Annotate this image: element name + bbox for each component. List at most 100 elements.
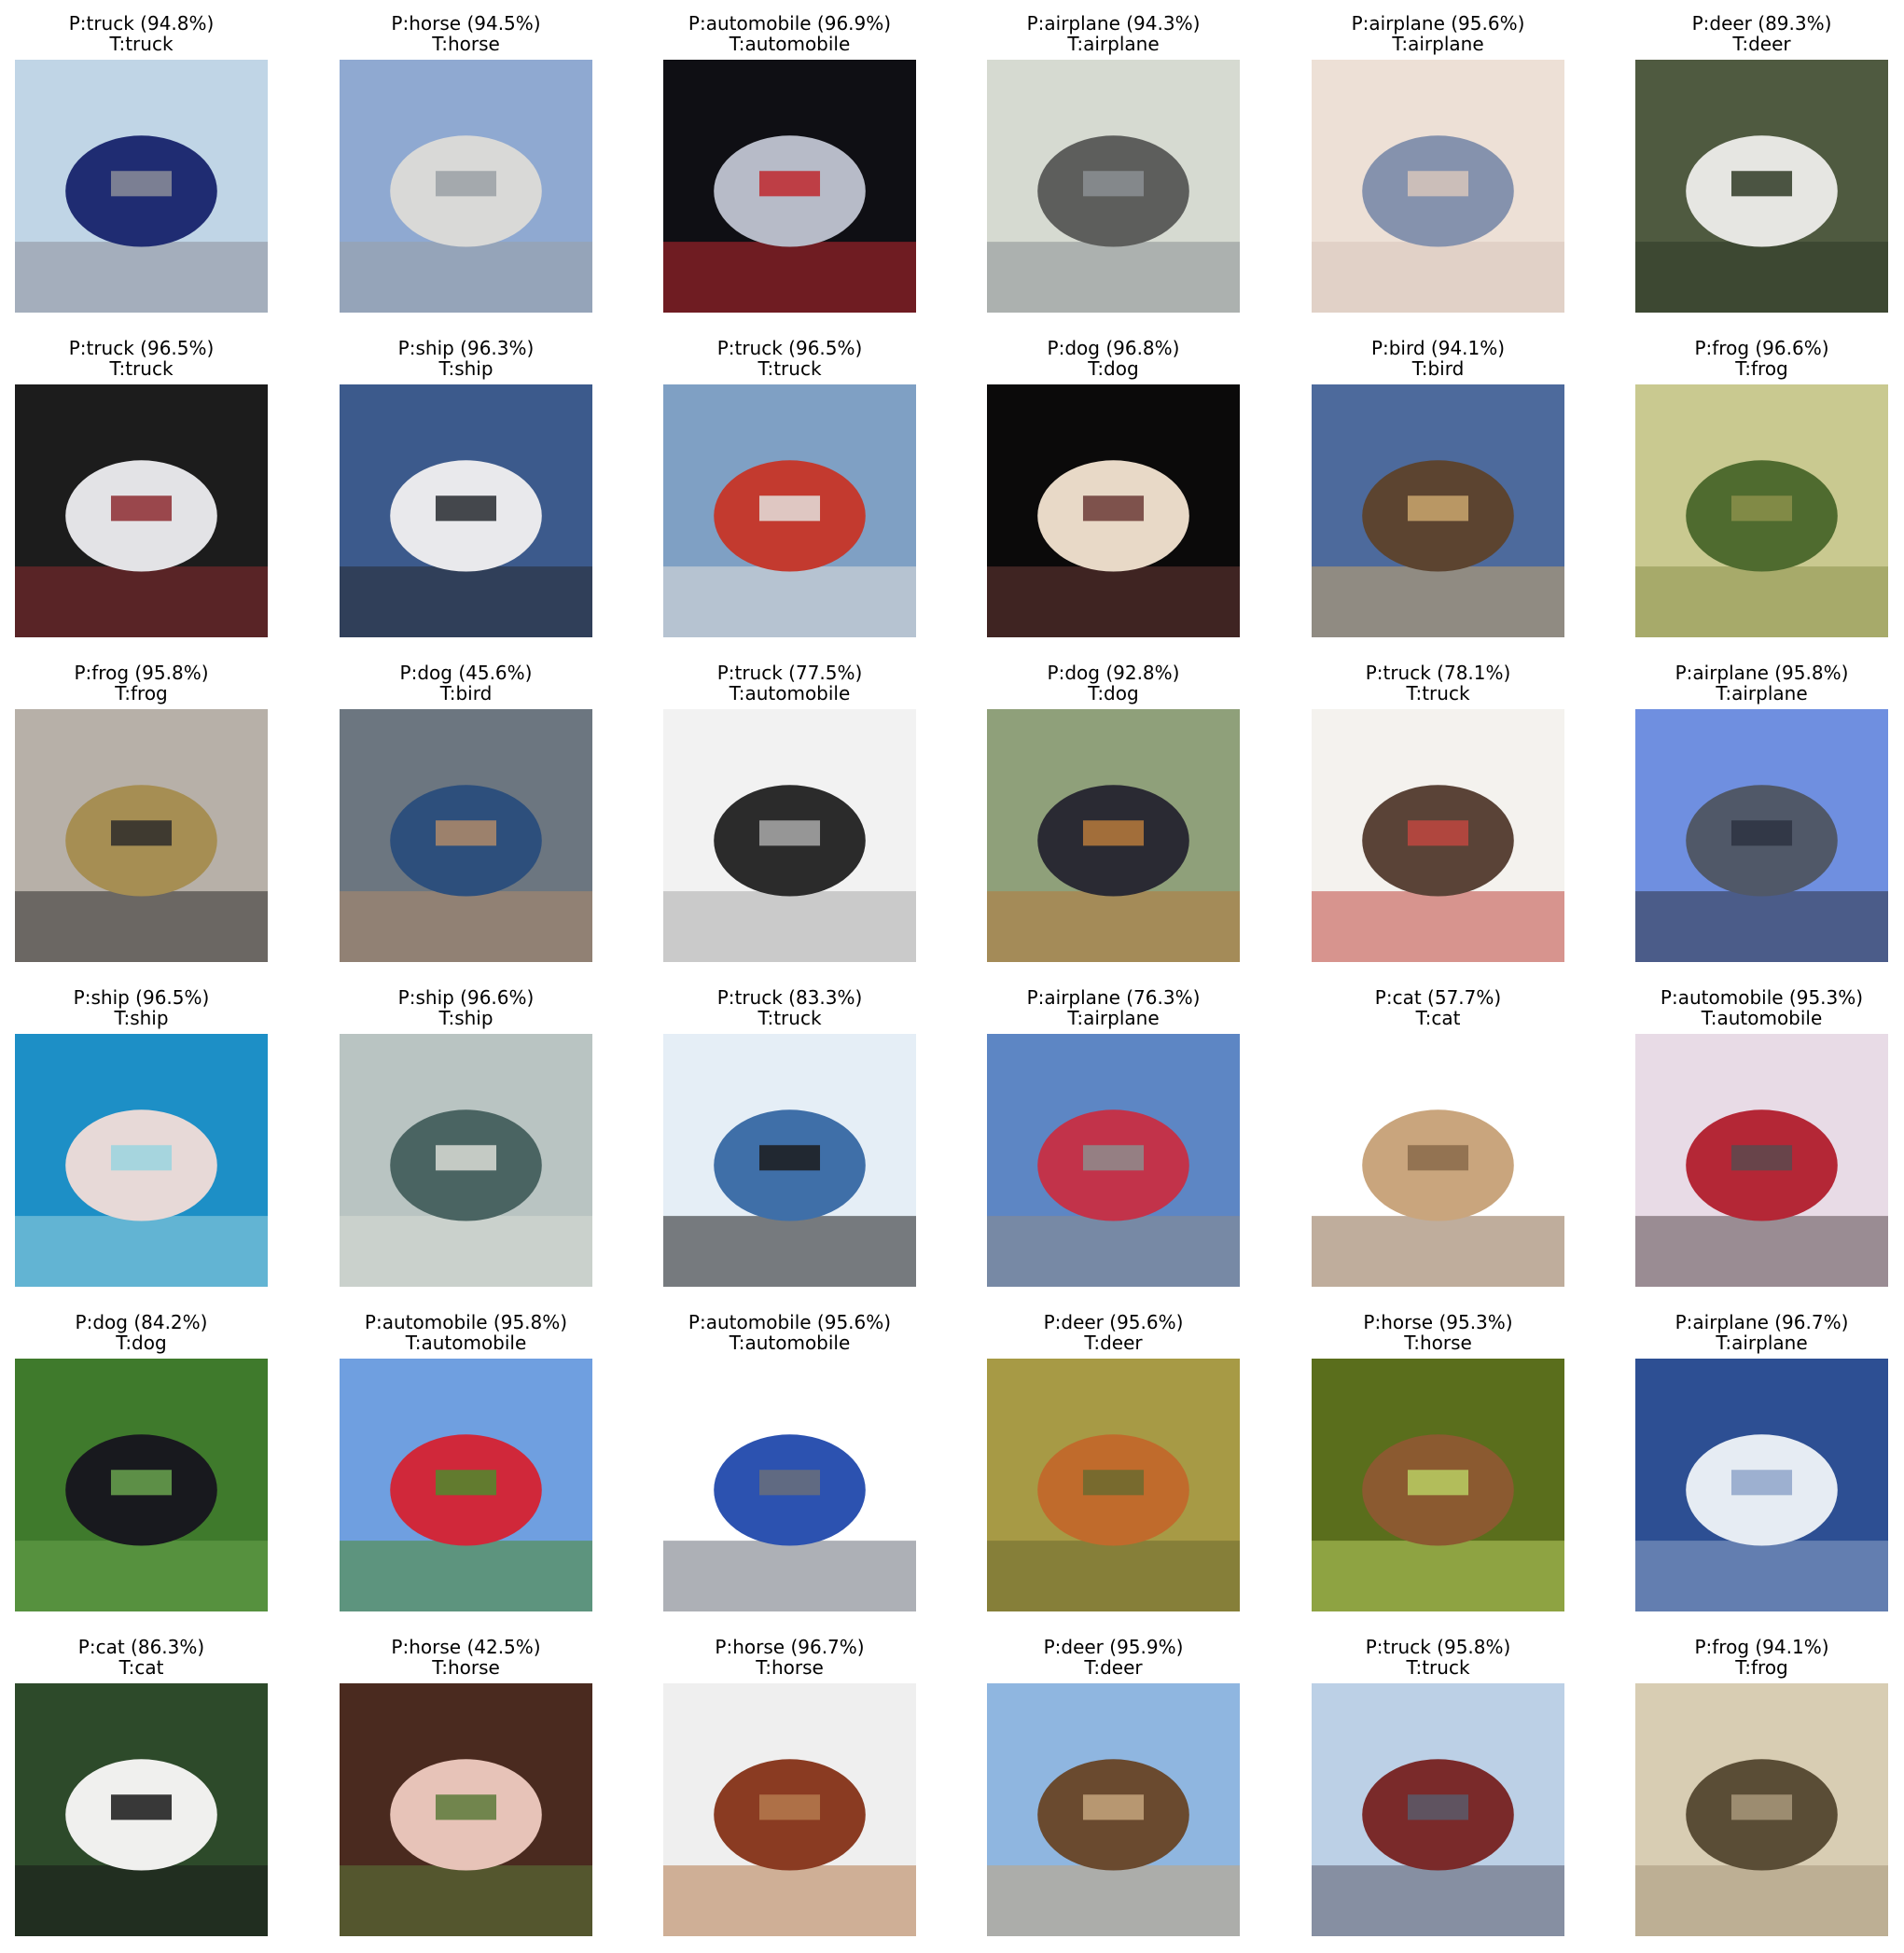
- image-detail: [1082, 1470, 1145, 1496]
- predicted-label: P:truck (78.1%): [1365, 662, 1511, 684]
- cell-title: P:truck (95.8%) T:truck: [1274, 1637, 1602, 1678]
- predicted-label: P:frog (96.6%): [1694, 337, 1829, 359]
- prediction-cell: P:cat (57.7%) T:cat: [1312, 987, 1564, 1287]
- true-label: T:truck: [757, 1007, 822, 1029]
- image-ground: [987, 242, 1240, 313]
- sample-image: [1312, 384, 1564, 637]
- predicted-label: P:horse (94.5%): [391, 12, 541, 35]
- sample-image: [1635, 1034, 1888, 1287]
- prediction-cell: P:ship (96.3%) T:ship: [340, 338, 592, 637]
- cell-title: P:horse (42.5%) T:horse: [302, 1637, 630, 1678]
- image-ground: [663, 566, 916, 637]
- sample-image-drawing: [1635, 709, 1888, 962]
- sample-image: [15, 1034, 268, 1287]
- true-label: T:airplane: [1716, 682, 1808, 704]
- image-ground: [1312, 1216, 1564, 1287]
- sample-image: [340, 1034, 592, 1287]
- prediction-cell: P:dog (84.2%) T:dog: [15, 1312, 268, 1611]
- sample-image: [340, 1359, 592, 1611]
- image-detail: [1407, 1470, 1469, 1496]
- predicted-label: P:ship (96.6%): [397, 986, 535, 1009]
- cell-title: P:dog (96.8%) T:dog: [950, 338, 1277, 379]
- predicted-label: P:truck (77.5%): [716, 662, 863, 684]
- prediction-cell: P:horse (96.7%) T:horse: [663, 1637, 916, 1936]
- true-label: T:truck: [1406, 1656, 1470, 1679]
- image-ground: [15, 1216, 268, 1287]
- image-detail: [758, 1145, 821, 1171]
- sample-image: [15, 709, 268, 962]
- prediction-cell: P:automobile (95.6%) T:automobile: [663, 1312, 916, 1611]
- cell-title: P:cat (57.7%) T:cat: [1274, 987, 1602, 1028]
- sample-image-drawing: [987, 60, 1240, 313]
- true-label: T:frog: [115, 682, 168, 704]
- sample-image-drawing: [340, 1359, 592, 1611]
- true-label: T:horse: [432, 33, 500, 55]
- image-ground: [15, 891, 268, 962]
- prediction-cell: P:automobile (95.8%) T:automobile: [340, 1312, 592, 1611]
- prediction-cell: P:truck (95.8%) T:truck: [1312, 1637, 1564, 1936]
- image-ground: [15, 242, 268, 313]
- sample-image-drawing: [663, 1034, 916, 1287]
- predicted-label: P:cat (86.3%): [77, 1636, 205, 1658]
- true-label: T:automobile: [729, 1332, 851, 1354]
- true-label: T:ship: [114, 1007, 169, 1029]
- prediction-cell: P:deer (95.6%) T:deer: [987, 1312, 1240, 1611]
- prediction-cell: P:cat (86.3%) T:cat: [15, 1637, 268, 1936]
- prediction-cell: P:frog (96.6%) T:frog: [1635, 338, 1888, 637]
- true-label: T:ship: [438, 1007, 493, 1029]
- predicted-label: P:truck (95.8%): [1365, 1636, 1511, 1658]
- image-detail: [110, 820, 173, 846]
- sample-image-drawing: [340, 1683, 592, 1936]
- sample-image-drawing: [987, 1034, 1240, 1287]
- cell-title: P:truck (78.1%) T:truck: [1274, 663, 1602, 704]
- prediction-cell: P:dog (96.8%) T:dog: [987, 338, 1240, 637]
- image-detail: [110, 495, 173, 522]
- sample-image-drawing: [340, 1034, 592, 1287]
- image-ground: [1312, 1541, 1564, 1611]
- predicted-label: P:airplane (95.6%): [1351, 12, 1525, 35]
- cell-title: P:airplane (96.7%) T:airplane: [1598, 1312, 1904, 1353]
- true-label: T:dog: [1088, 682, 1139, 704]
- image-ground: [987, 891, 1240, 962]
- image-detail: [1082, 171, 1145, 197]
- predicted-label: P:truck (96.5%): [716, 337, 863, 359]
- image-ground: [663, 1865, 916, 1936]
- cell-title: P:horse (96.7%) T:horse: [626, 1637, 953, 1678]
- predicted-label: P:ship (96.5%): [73, 986, 210, 1009]
- sample-image: [1635, 384, 1888, 637]
- prediction-cell: P:airplane (95.6%) T:airplane: [1312, 13, 1564, 313]
- predicted-label: P:deer (89.3%): [1691, 12, 1832, 35]
- image-detail: [1730, 1145, 1793, 1171]
- sample-image: [663, 1034, 916, 1287]
- prediction-cell: P:truck (96.5%) T:truck: [663, 338, 916, 637]
- prediction-cell: P:deer (89.3%) T:deer: [1635, 13, 1888, 313]
- cell-title: P:ship (96.3%) T:ship: [302, 338, 630, 379]
- cell-title: P:frog (95.8%) T:frog: [0, 663, 305, 704]
- cell-title: P:truck (77.5%) T:automobile: [626, 663, 953, 704]
- predicted-label: P:airplane (76.3%): [1026, 986, 1201, 1009]
- predicted-label: P:ship (96.3%): [397, 337, 535, 359]
- sample-image: [15, 1683, 268, 1936]
- sample-image-drawing: [987, 384, 1240, 637]
- image-ground: [1312, 242, 1564, 313]
- image-detail: [435, 1794, 497, 1820]
- sample-image: [340, 1683, 592, 1936]
- image-detail: [1730, 171, 1793, 197]
- image-detail: [1407, 495, 1469, 522]
- image-ground: [1635, 242, 1888, 313]
- predicted-label: P:dog (96.8%): [1047, 337, 1180, 359]
- prediction-cell: P:automobile (95.3%) T:automobile: [1635, 987, 1888, 1287]
- sample-image-drawing: [1635, 60, 1888, 313]
- image-detail: [110, 1470, 173, 1496]
- prediction-cell: P:truck (83.3%) T:truck: [663, 987, 916, 1287]
- sample-image-drawing: [15, 60, 268, 313]
- image-detail: [1407, 171, 1469, 197]
- true-label: T:airplane: [1067, 33, 1160, 55]
- cell-title: P:ship (96.6%) T:ship: [302, 987, 630, 1028]
- image-detail: [1730, 495, 1793, 522]
- predicted-label: P:truck (96.5%): [68, 337, 215, 359]
- image-detail: [1082, 495, 1145, 522]
- prediction-cell: P:truck (94.8%) T:truck: [15, 13, 268, 313]
- image-detail: [1082, 820, 1145, 846]
- prediction-cell: P:horse (95.3%) T:horse: [1312, 1312, 1564, 1611]
